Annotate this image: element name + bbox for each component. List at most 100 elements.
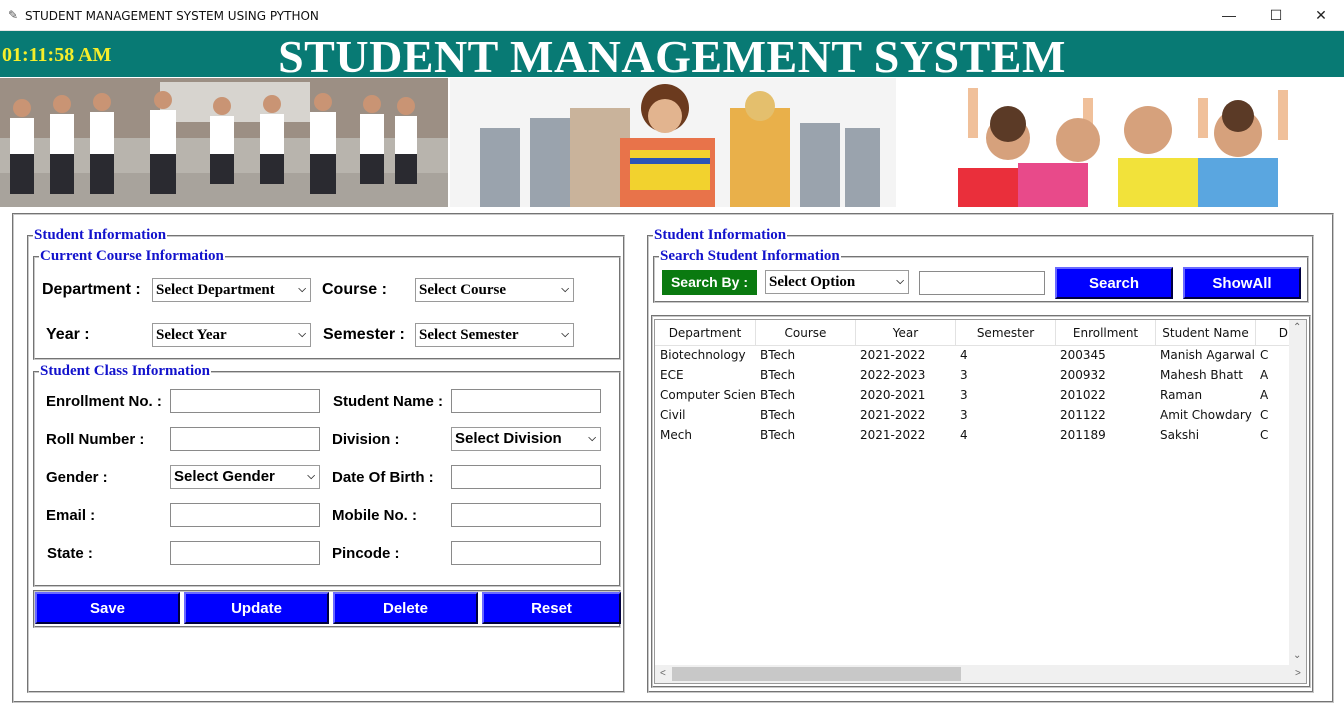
- close-button[interactable]: ✕: [1298, 0, 1344, 30]
- table-cell: 200932: [1060, 368, 1106, 382]
- semester-select-value: Select Semester: [419, 327, 519, 343]
- minimize-button[interactable]: —: [1206, 0, 1252, 30]
- roll-number-input[interactable]: [170, 427, 320, 451]
- chevron-down-icon: ⌵: [298, 329, 306, 340]
- column-header-student-name[interactable]: Student Name: [1156, 320, 1256, 346]
- table-cell: Amit Chowdary: [1160, 408, 1252, 422]
- happy-kids-photo: [898, 78, 1344, 207]
- mobile-input[interactable]: [451, 503, 601, 527]
- dob-input[interactable]: [451, 465, 601, 489]
- pincode-input[interactable]: [451, 541, 601, 565]
- table-cell: 4: [960, 428, 968, 442]
- table-cell: C: [1260, 348, 1269, 362]
- table-row[interactable]: Biotechnology BTech 2021-2022 4 200345 M…: [655, 345, 1291, 365]
- table-cell: 3: [960, 388, 968, 402]
- scroll-thumb[interactable]: [672, 667, 961, 681]
- table-cell: Mech: [660, 428, 692, 442]
- window-title: STUDENT MANAGEMENT SYSTEM USING PYTHON: [25, 9, 319, 23]
- course-select-value: Select Course: [419, 282, 507, 298]
- search-option-value: Select Option: [769, 274, 856, 290]
- table-cell: Computer Scienc: [660, 388, 755, 402]
- student-name-input[interactable]: [451, 389, 601, 413]
- table-row[interactable]: Civil BTech 2021-2022 3 201122 Amit Chow…: [655, 405, 1291, 425]
- chevron-down-icon: ⌵: [298, 284, 306, 295]
- update-button[interactable]: Update: [184, 592, 329, 624]
- table-cell: 201022: [1060, 388, 1106, 402]
- table-cell: 2022-2023: [860, 368, 926, 382]
- class-info-legend: Student Class Information: [39, 363, 212, 380]
- department-select-value: Select Department: [156, 282, 275, 298]
- table-cell: C: [1260, 428, 1269, 442]
- course-label: Course :: [322, 281, 387, 298]
- semester-label: Semester :: [323, 326, 405, 343]
- table-cell: BTech: [760, 428, 796, 442]
- department-label: Department :: [42, 281, 141, 298]
- table-cell: BTech: [760, 368, 796, 382]
- student-info-legend: Student Information: [33, 227, 168, 244]
- column-header-year[interactable]: Year: [856, 320, 956, 346]
- table-cell: 201122: [1060, 408, 1106, 422]
- students-group-photo: [0, 78, 448, 207]
- maximize-button[interactable]: ☐: [1253, 0, 1299, 30]
- reset-button[interactable]: Reset: [482, 592, 621, 624]
- delete-button[interactable]: Delete: [333, 592, 478, 624]
- student-name-label: Student Name :: [333, 393, 444, 410]
- scroll-left-icon[interactable]: <: [660, 668, 666, 679]
- course-info-legend: Current Course Information: [39, 248, 225, 265]
- chevron-down-icon: ⌵: [896, 276, 904, 287]
- vertical-scrollbar[interactable]: ⌃ ⌄: [1289, 320, 1306, 666]
- semester-select[interactable]: Select Semester ⌵: [415, 323, 574, 347]
- column-header-enrollment[interactable]: Enrollment: [1056, 320, 1156, 346]
- division-label: Division :: [332, 431, 400, 448]
- student-table[interactable]: Department Course Year Semester Enrollme…: [654, 319, 1307, 684]
- table-row[interactable]: ECE BTech 2022-2023 3 200932 Mahesh Bhat…: [655, 365, 1291, 385]
- mobile-label: Mobile No. :: [332, 507, 417, 524]
- scroll-right-icon[interactable]: >: [1295, 668, 1301, 679]
- gender-label: Gender :: [46, 469, 108, 486]
- year-select[interactable]: Select Year ⌵: [152, 323, 311, 347]
- column-header-course[interactable]: Course: [756, 320, 856, 346]
- division-select[interactable]: Select Division ⌵: [451, 427, 601, 451]
- save-button[interactable]: Save: [35, 592, 180, 624]
- student-records-legend: Student Information: [653, 227, 788, 244]
- search-option-select[interactable]: Select Option ⌵: [765, 270, 909, 294]
- table-cell: 4: [960, 348, 968, 362]
- column-header-department[interactable]: Department: [655, 320, 756, 346]
- scroll-up-icon[interactable]: ⌃: [1293, 322, 1301, 333]
- search-button[interactable]: Search: [1055, 267, 1173, 299]
- enrollment-label: Enrollment No. :: [46, 393, 162, 410]
- table-cell: 3: [960, 368, 968, 382]
- table-cell: Biotechnology: [660, 348, 746, 362]
- dob-label: Date Of Birth :: [332, 469, 434, 486]
- year-label: Year :: [46, 326, 90, 343]
- horizontal-scrollbar[interactable]: < >: [655, 665, 1306, 683]
- chevron-down-icon: ⌵: [561, 284, 569, 295]
- chevron-down-icon: ⌵: [307, 471, 315, 482]
- table-cell: Manish Agarwal: [1160, 348, 1255, 362]
- table-cell: Mahesh Bhatt: [1160, 368, 1243, 382]
- app-title: STUDENT MANAGEMENT SYSTEM: [278, 31, 1066, 82]
- scroll-down-icon[interactable]: ⌄: [1293, 650, 1301, 661]
- table-cell: 200345: [1060, 348, 1106, 362]
- email-input[interactable]: [170, 503, 320, 527]
- enrollment-input[interactable]: [170, 389, 320, 413]
- showall-button[interactable]: ShowAll: [1183, 267, 1301, 299]
- course-select[interactable]: Select Course ⌵: [415, 278, 574, 302]
- department-select[interactable]: Select Department ⌵: [152, 278, 311, 302]
- gender-select-value: Select Gender: [174, 468, 275, 485]
- gender-select[interactable]: Select Gender ⌵: [170, 465, 320, 489]
- division-select-value: Select Division: [455, 430, 562, 447]
- column-header-partial[interactable]: D: [1256, 320, 1292, 346]
- table-cell: BTech: [760, 388, 796, 402]
- table-cell: 2021-2022: [860, 408, 926, 422]
- table-cell: Raman: [1160, 388, 1203, 402]
- column-header-semester[interactable]: Semester: [956, 320, 1056, 346]
- chevron-down-icon: ⌵: [588, 433, 596, 444]
- table-cell: BTech: [760, 408, 796, 422]
- table-row[interactable]: Mech BTech 2021-2022 4 201189 Sakshi C: [655, 425, 1291, 445]
- state-input[interactable]: [170, 541, 320, 565]
- table-cell: 2021-2022: [860, 428, 926, 442]
- search-input[interactable]: [919, 271, 1045, 295]
- table-row[interactable]: Computer Scienc BTech 2020-2021 3 201022…: [655, 385, 1291, 405]
- table-cell: 2021-2022: [860, 348, 926, 362]
